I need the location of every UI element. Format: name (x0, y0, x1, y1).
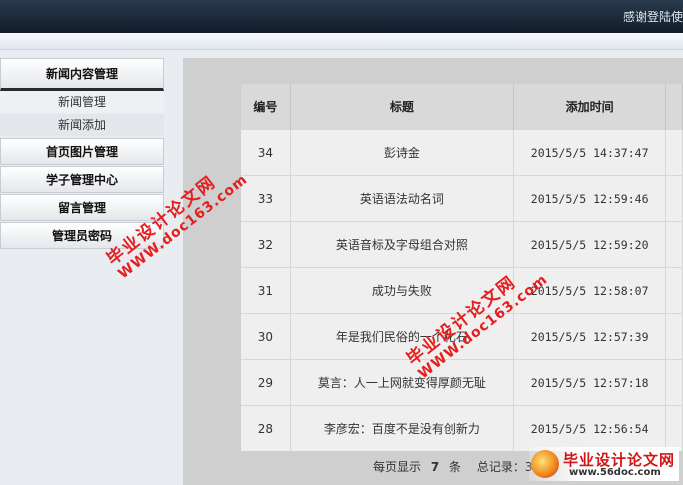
table-header-row: 编号 标题 添加时间 (241, 84, 683, 130)
cell-id: 28 (241, 405, 291, 451)
welcome-text: 感谢登陆使 (622, 10, 683, 24)
cell-title[interactable]: 英语音标及字母组合对照 (290, 221, 514, 268)
cell-title[interactable]: 莫言：人一上网就变得厚颜无耻 (290, 359, 514, 406)
submenu-news-add[interactable]: 新闻添加 (0, 114, 164, 136)
table-row: 29 莫言：人一上网就变得厚颜无耻 2015/5/5 12:57:18 (241, 359, 683, 406)
cell-time: 2015/5/5 12:59:46 (513, 175, 667, 222)
cell-extra (665, 221, 683, 268)
per-page-count: 7 (430, 460, 440, 474)
table-row: 33 英语语法动名词 2015/5/5 12:59:46 (241, 175, 683, 222)
cell-title[interactable]: 英语语法动名词 (290, 175, 514, 222)
cell-time: 2015/5/5 12:59:20 (513, 221, 667, 268)
cell-id: 29 (241, 359, 291, 406)
cell-time: 2015/5/5 12:57:18 (513, 359, 667, 406)
cell-time: 2015/5/5 12:56:54 (513, 405, 667, 451)
table-row: 28 李彦宏：百度不是没有创新力 2015/5/5 12:56:54 (241, 405, 683, 451)
main-content: 编号 标题 添加时间 34 彭诗金 2015/5/5 14:37:47 33 英语语法动… (183, 58, 683, 485)
submenu-news-manage[interactable]: 新闻管理 (0, 91, 164, 113)
cell-extra (665, 175, 683, 222)
top-header: 感谢登陆使 (0, 0, 683, 33)
cell-extra (665, 267, 683, 314)
cell-id: 32 (241, 221, 291, 268)
cell-id: 30 (241, 313, 291, 360)
cell-title[interactable]: 李彦宏：百度不是没有创新力 (290, 405, 514, 451)
cell-title[interactable]: 彭诗金 (290, 129, 514, 176)
header-extra (665, 84, 683, 130)
cell-extra (665, 129, 683, 176)
cell-time: 2015/5/5 14:37:47 (513, 129, 667, 176)
menu-news-content[interactable]: 新闻内容管理 (0, 58, 164, 91)
cell-extra (665, 313, 683, 360)
cell-extra (665, 359, 683, 406)
per-page-label: 每页显示 (373, 460, 422, 474)
menu-home-images[interactable]: 首页图片管理 (0, 138, 164, 165)
table-row: 32 英语音标及字母组合对照 2015/5/5 12:59:20 (241, 221, 683, 268)
cell-extra (665, 405, 683, 451)
menu-messages[interactable]: 留言管理 (0, 194, 164, 221)
total-records: 总记录：3 (476, 460, 533, 474)
cell-id: 34 (241, 129, 291, 176)
header-title: 标题 (290, 84, 514, 130)
table-row: 34 彭诗金 2015/5/5 14:37:47 (241, 129, 683, 176)
menu-student-center[interactable]: 学子管理中心 (0, 166, 164, 193)
news-table: 编号 标题 添加时间 34 彭诗金 2015/5/5 14:37:47 33 英语语法动… (241, 84, 683, 451)
globe-icon (531, 450, 559, 478)
header-time: 添加时间 (513, 84, 667, 130)
sidebar: 新闻内容管理 新闻管理 新闻添加 首页图片管理 学子管理中心 留言管理 管理员密… (0, 50, 183, 485)
sub-header-bar (0, 33, 683, 50)
per-page-unit: 条 (449, 460, 462, 474)
cell-id: 31 (241, 267, 291, 314)
logo-url: www.56doc.com (569, 467, 661, 478)
site-logo: 毕业设计论文网 www.56doc.com (529, 447, 679, 481)
header-id: 编号 (241, 84, 291, 130)
cell-time: 2015/5/5 12:57:39 (513, 313, 667, 360)
pagination-info: 每页显示 7 条 总记录：3 (373, 458, 533, 475)
